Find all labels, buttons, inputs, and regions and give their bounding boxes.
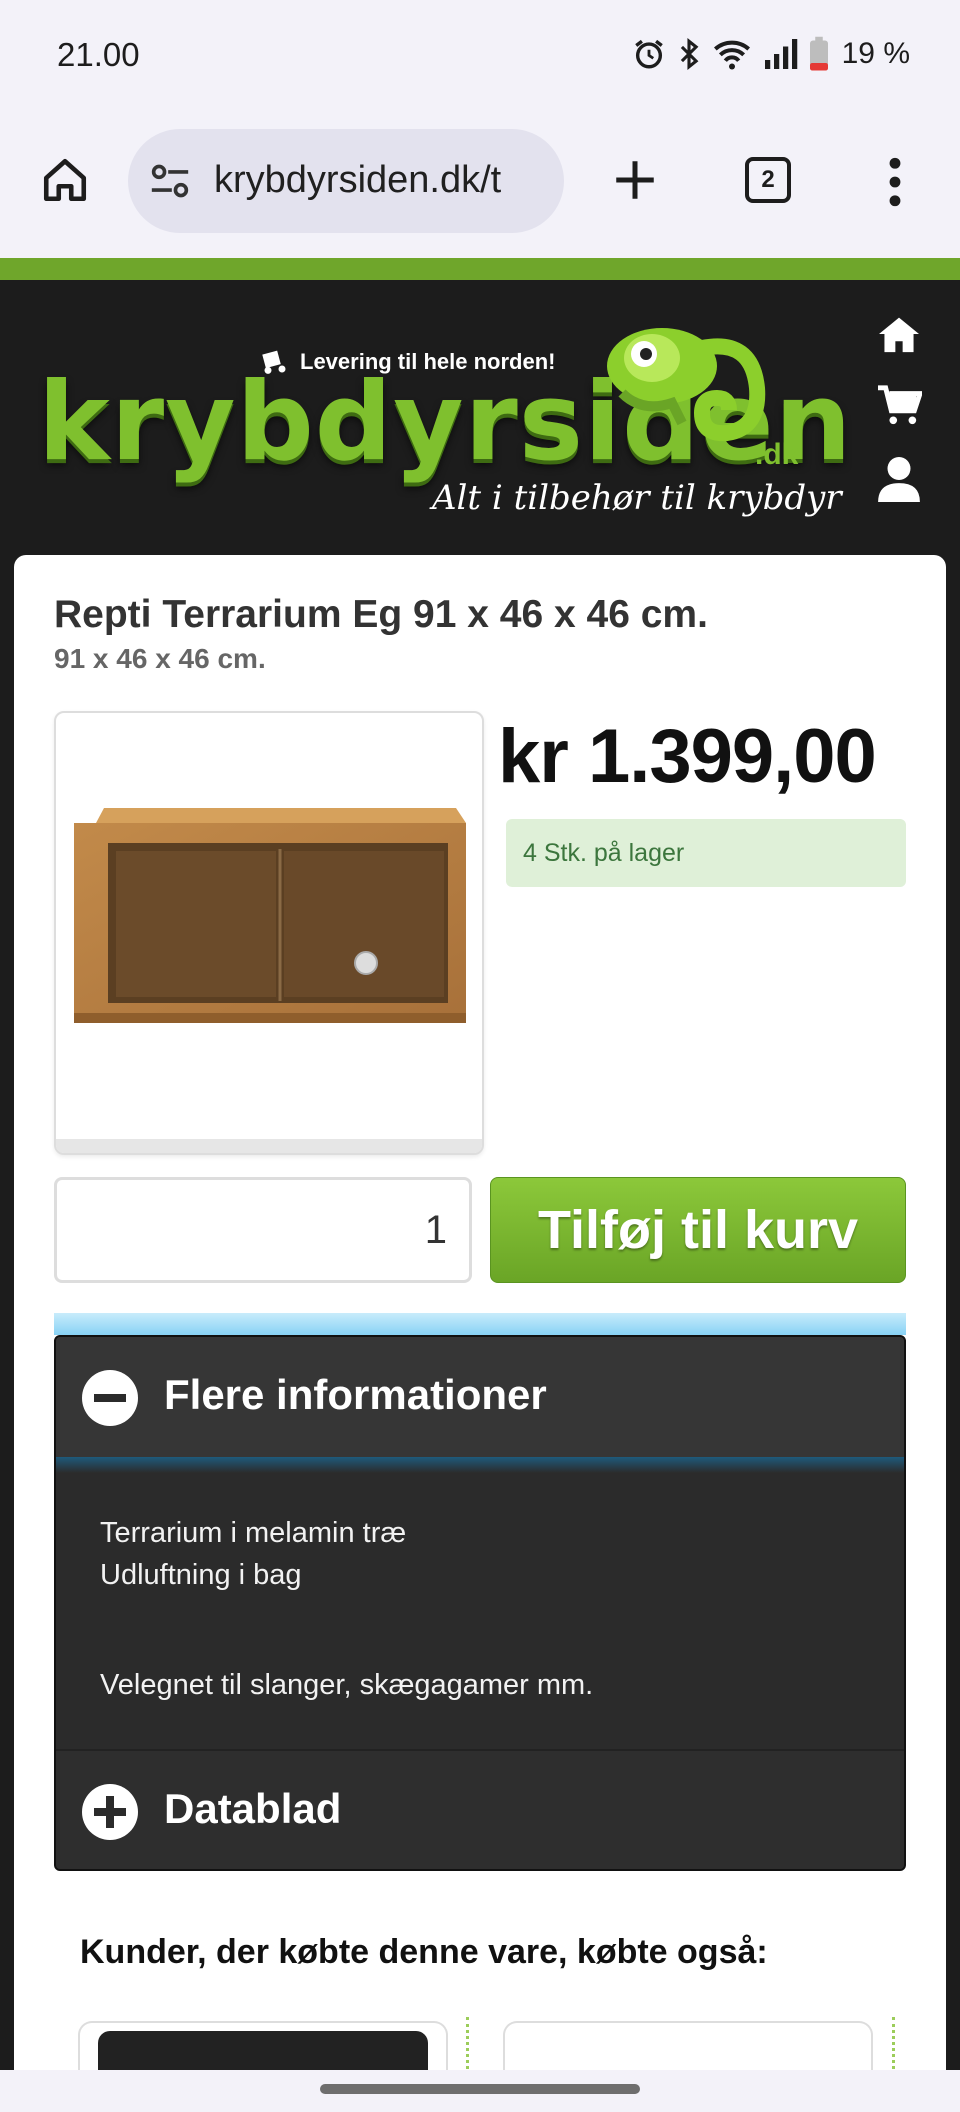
status-icons: 19 % [632,36,910,72]
info-line-material: Terrarium i melamin træ [100,1517,407,1549]
accordion-glow [54,1313,906,1335]
gesture-handle[interactable] [320,2084,640,2094]
site-header: Levering til hele norden! krybdyrsiden .… [0,280,960,555]
signal-icon [764,39,797,69]
bluetooth-icon [680,38,699,70]
header-home-icon[interactable] [876,314,922,354]
info-line-ventilation: Udluftning i bag [100,1559,302,1591]
tabs-icon[interactable]: 2 [745,157,791,203]
alarm-icon [634,39,663,69]
datasheet-header[interactable]: Datablad [56,1749,904,1869]
new-tab-icon[interactable] [610,155,660,205]
wifi-icon [713,40,750,70]
tab-count: 2 [761,166,775,193]
add-to-cart-button[interactable]: Tilføj til kurv [490,1177,906,1283]
terrarium-image [74,808,466,1023]
battery-icon [809,36,828,71]
home-icon[interactable] [40,155,90,205]
more-info-header[interactable]: Flere informationer [56,1337,904,1457]
status-bar: 21.00 19 % [0,0,960,115]
collapse-icon[interactable] [82,1370,138,1426]
system-nav-bar [0,2070,960,2112]
related-divider [892,2017,895,2075]
product-image[interactable] [54,711,484,1155]
product-price: kr 1.399,00 [498,714,877,799]
info-line-suitable: Velegnet til slanger, skægagamer mm. [100,1669,594,1701]
header-accent-bar [0,258,960,280]
more-info-title: Flere informationer [164,1371,547,1418]
datasheet-title: Datablad [164,1785,342,1832]
url-text: krybdyrsiden.dk/t [214,159,502,201]
quantity-input[interactable]: 1 [54,1177,472,1283]
user-account-icon[interactable] [878,456,920,502]
related-products-heading: Kunder, der købte denne vare, købte også… [80,1933,768,1971]
more-info-body: Terrarium i melamin træ Udluftning i bag… [100,1512,593,1706]
browser-toolbar: krybdyrsiden.dk/t 2 [0,115,960,258]
more-menu-icon[interactable] [887,157,903,207]
related-divider [466,2017,469,2075]
address-bar[interactable]: krybdyrsiden.dk/t [128,129,564,233]
chameleon-logo-icon [607,328,766,442]
site-settings-icon[interactable] [148,161,192,201]
site-tagline: Alt i tilbehør til krybdyr [432,478,842,518]
product-title: Repti Terrarium Eg 91 x 46 x 46 cm. [54,593,708,636]
expand-icon[interactable] [82,1784,138,1840]
image-caption-strip [56,1139,482,1153]
battery-percentage: 19 % [841,37,910,70]
status-time: 21.00 [57,36,140,73]
product-subtitle: 91 x 46 x 46 cm. [54,643,266,674]
accordion-separator [56,1457,904,1473]
product-info-accordion: Flere informationer Terrarium i melamin … [54,1335,906,1871]
cart-icon[interactable] [876,384,922,426]
stock-status: 4 Stk. på lager [506,819,906,887]
